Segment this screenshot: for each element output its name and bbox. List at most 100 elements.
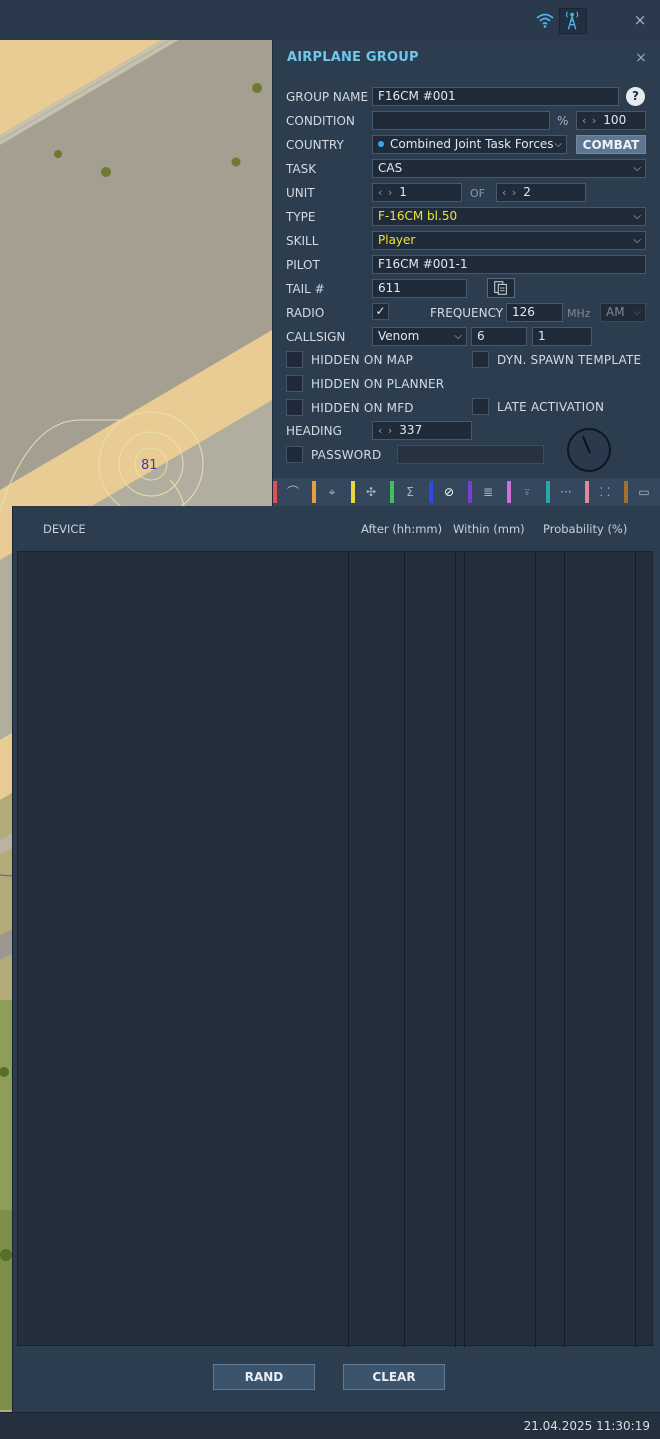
callsign-number-input[interactable]: 6 [471,327,527,346]
airplane-group-panel: AIRPLANE GROUP × GROUP NAME F16CM #001 ?… [272,40,660,478]
group-name-input[interactable]: F16CM #001 [372,87,619,106]
column-divider [564,552,565,1347]
country-select[interactable]: Combined Joint Task Forces ⌵ [372,135,567,154]
type-select[interactable]: F-16CM bl.50 ⌵ [372,207,646,226]
tab-failures[interactable]: ⊘ [429,481,465,503]
dots-icon: ··· [560,485,572,499]
column-divider [635,552,636,1347]
tab-radio[interactable]: ⍤ [507,481,543,503]
callsign-flight-input[interactable]: 1 [532,327,592,346]
chevron-down-icon: ⌵ [633,163,641,174]
tab-camera[interactable]: ▭ [624,481,660,503]
radio-tower-icon [565,11,579,30]
radio-icon: ⍤ [523,485,531,499]
help-button[interactable]: ? [626,87,645,106]
route-icon: ⌒ [286,485,299,499]
close-icon[interactable]: × [633,49,649,67]
unit-label: UNIT [286,186,315,200]
chevron-down-icon: ⌵ [454,331,462,342]
country-dot-icon [378,140,384,147]
tab-color-bar [351,481,355,503]
camera-icon: ▭ [638,485,650,499]
hidden-on-mfd-checkbox[interactable] [286,399,303,416]
password-checkbox[interactable] [286,446,303,463]
heading-spinner[interactable]: ‹ › 337 [372,421,472,440]
modulation-select[interactable]: AM ⌵ [600,303,646,322]
spinner-arrows-icon[interactable]: ‹ › [582,114,597,127]
after-column-header[interactable]: After (hh:mm) [361,522,442,536]
chevron-down-icon: ⌵ [633,211,641,222]
tab-route[interactable]: ⌒ [273,481,309,503]
hidden-on-map-checkbox[interactable] [286,351,303,368]
panel-title: AIRPLANE GROUP [287,50,419,65]
skill-label: SKILL [286,234,319,248]
modulation-value: AM [606,305,625,319]
tab-payload[interactable]: ≣ [468,481,504,503]
password-input[interactable] [397,445,544,464]
drone-icon: ✣ [365,485,377,499]
tail-input[interactable]: 611 [372,279,467,298]
unit-count-value: 2 [523,185,531,199]
probability-column-header[interactable]: Probability (%) [543,522,627,536]
radio-tower-button[interactable] [559,8,587,34]
heading-value: 337 [399,423,423,437]
sum-icon: Σ [406,485,414,499]
tab-drone[interactable]: ✣ [351,481,387,503]
group-name-label: GROUP NAME [286,90,369,104]
chevron-down-icon: ⌵ [554,139,562,150]
chevron-down-icon: ⌵ [633,307,641,318]
wifi-icon[interactable] [536,12,554,28]
callsign-select[interactable]: Venom ⌵ [372,327,467,346]
condition-input[interactable] [372,111,550,130]
spinner-arrows-icon[interactable]: ‹ › [378,186,393,199]
hidden-on-map-label: HIDDEN ON MAP [311,353,414,367]
within-column-header[interactable]: Within (mm) [453,522,525,536]
pilot-input[interactable]: F16CM #001-1 [372,255,646,274]
spinner-arrows-icon[interactable]: ‹ › [378,424,393,437]
tab-frame[interactable]: ⸬ [585,481,621,503]
callsign-value: Venom [378,329,420,343]
spinner-arrows-icon[interactable]: ‹ › [502,186,517,199]
heading-dial[interactable] [567,428,611,472]
clear-button[interactable]: CLEAR [343,1364,445,1390]
unit-count-spinner[interactable]: ‹ › 2 [496,183,586,202]
skill-select[interactable]: Player ⌵ [372,231,646,250]
copy-button[interactable] [487,278,515,298]
dyn-spawn-template-label: DYN. SPAWN TEMPLATE [497,353,642,367]
late-activation-label: LATE ACTIVATION [497,400,605,414]
map-unit-label[interactable]: 81 [141,458,158,473]
frequency-unit: MHz [567,307,591,320]
hidden-on-mfd-label: HIDDEN ON MFD [311,401,414,415]
tab-sum[interactable]: Σ [390,481,426,503]
dyn-spawn-template-checkbox[interactable] [472,351,489,368]
payload-icon: ≣ [482,485,494,499]
tab-color-bar [468,481,472,503]
tab-more[interactable]: ··· [546,481,582,503]
condition-spinner-value: 100 [603,113,627,127]
unit-value: 1 [399,185,407,199]
radio-checkbox[interactable]: ✓ [372,303,389,320]
pilot-label: PILOT [286,258,320,272]
frequency-label: FREQUENCY [430,306,504,320]
late-activation-checkbox[interactable] [472,398,489,415]
rand-button[interactable]: RAND [213,1364,315,1390]
editor-tab-strip: ⌒ ⌖ ✣ Σ ⊘ ≣ ⍤ ··· ⸬ ▭ [272,478,660,506]
tab-color-bar [624,481,628,503]
device-column-header[interactable]: DEVICE [43,522,86,536]
tab-target[interactable]: ⌖ [312,481,348,503]
tab-color-bar [429,481,433,503]
frequency-input[interactable]: 126 [506,303,563,322]
clipboard-icon [494,281,507,295]
task-select[interactable]: CAS ⌵ [372,159,646,178]
failures-table[interactable] [17,551,653,1347]
close-icon[interactable]: × [632,11,648,29]
tab-color-bar [312,481,316,503]
column-divider [535,552,536,1347]
combat-button[interactable]: COMBAT [576,135,646,154]
condition-spinner[interactable]: ‹ › 100 [576,111,646,130]
condition-label: CONDITION [286,114,355,128]
unit-spinner[interactable]: ‹ › 1 [372,183,462,202]
hidden-on-planner-checkbox[interactable] [286,375,303,392]
tab-color-bar [585,481,589,503]
hidden-on-planner-label: HIDDEN ON PLANNER [311,377,445,391]
